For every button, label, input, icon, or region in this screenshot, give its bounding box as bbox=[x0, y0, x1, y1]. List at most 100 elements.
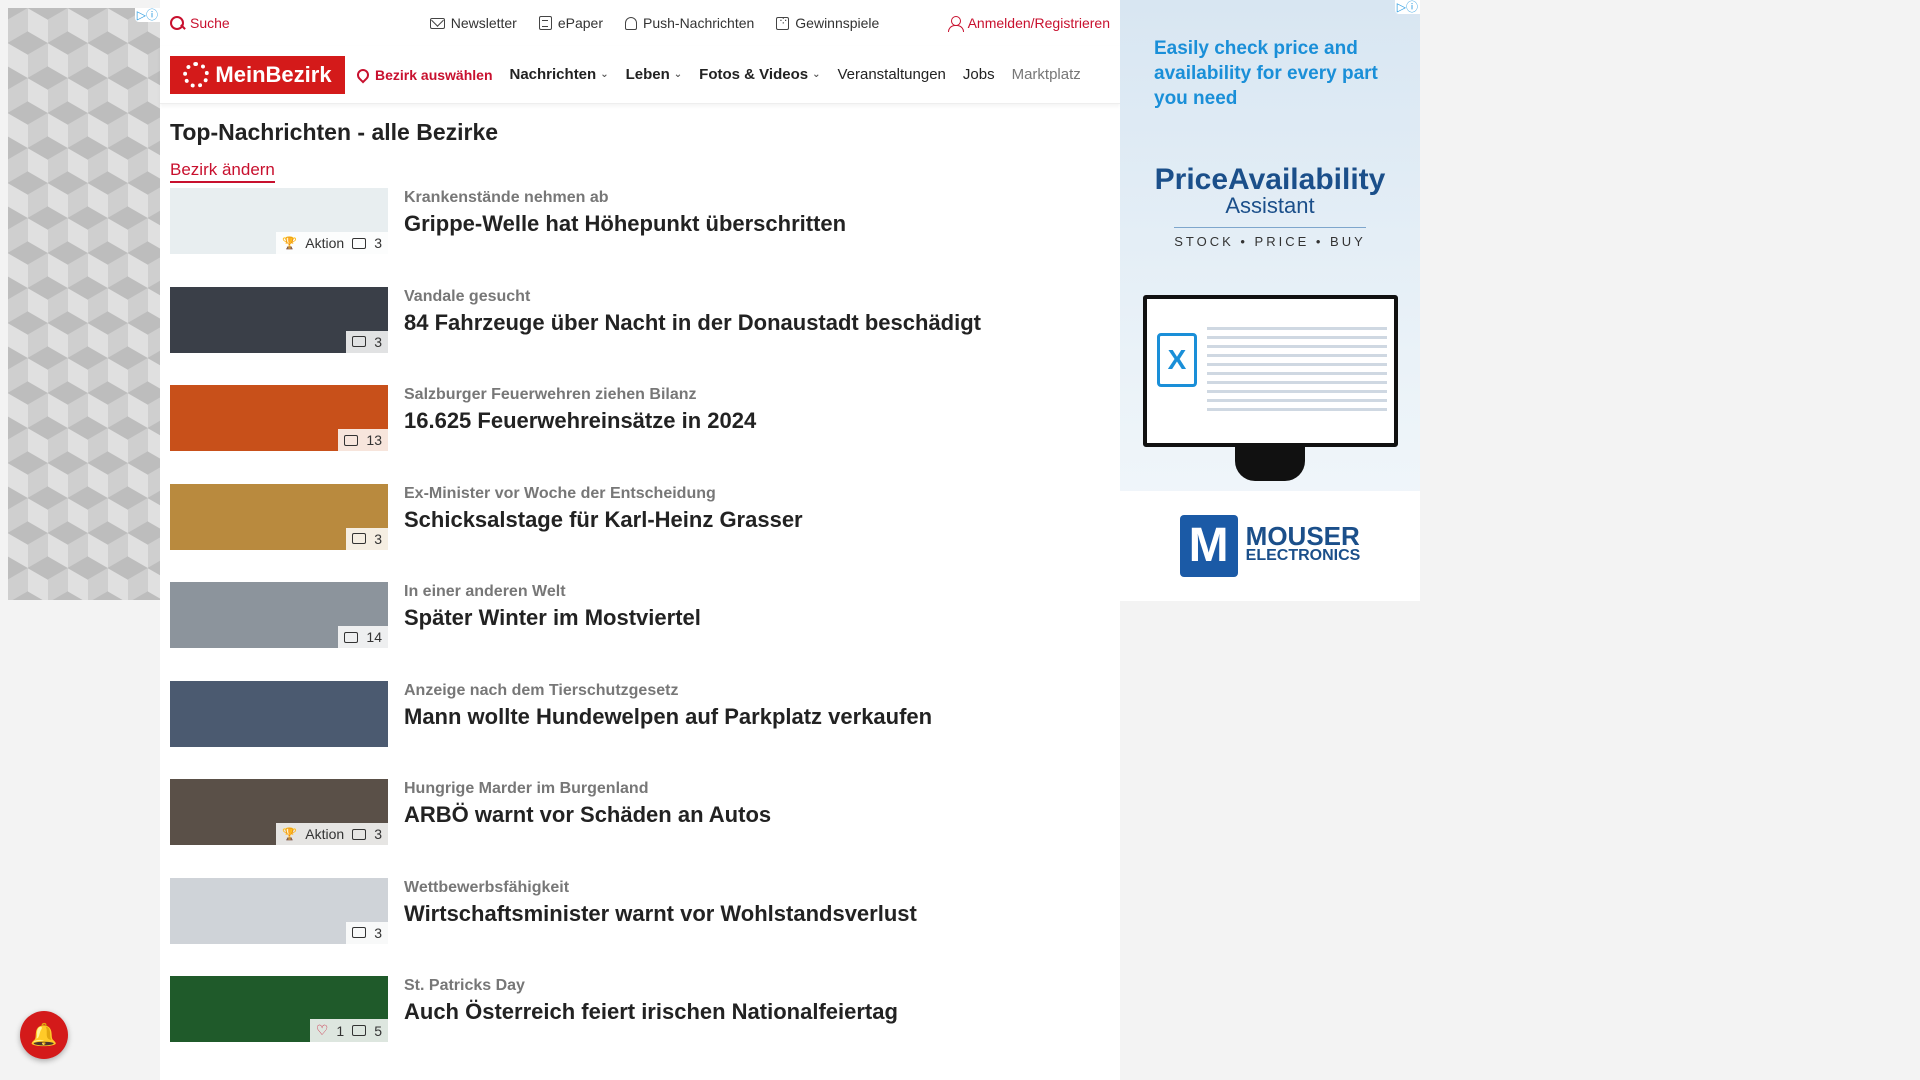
article-headline[interactable]: 84 Fahrzeuge über Nacht in der Donaustad… bbox=[404, 310, 981, 336]
article-item[interactable]: 🏆 Aktion 3 Hungrige Marder im Burgenland A… bbox=[160, 779, 1120, 878]
newsletter-label: Newsletter bbox=[450, 15, 517, 31]
image-count: 13 bbox=[366, 432, 382, 448]
article-item[interactable]: ♡ 1 5 St. Patricks Day Auch Österreich fei… bbox=[160, 976, 1120, 1075]
article-headline[interactable]: Später Winter im Mostviertel bbox=[404, 605, 701, 631]
image-count: 3 bbox=[374, 924, 382, 941]
mail-icon bbox=[429, 17, 445, 29]
nav-item-fotos-videos[interactable]: Fotos & Videos ⌄ bbox=[699, 66, 820, 83]
article-item[interactable]: 3 Wettbewerbsfähigkeit Wirtschaftsminist… bbox=[160, 877, 1120, 977]
article-kicker: Ex-Minister vor Woche der Entscheidung bbox=[404, 484, 716, 502]
nav-item-veranstaltungen[interactable]: Veranstaltungen bbox=[837, 66, 945, 83]
article-headline[interactable]: 16.625 Feuerwehreinsätze in 2024 bbox=[404, 408, 756, 434]
ad-product-logo: PriceAvailability Assistant STOCK • PRIC… bbox=[1120, 163, 1420, 251]
newsletter-link[interactable]: Newsletter bbox=[429, 15, 517, 31]
article-headline[interactable]: Mann wollte Hundewelpen auf Parkplatz ve… bbox=[404, 704, 932, 730]
article-thumbnail[interactable]: 3 bbox=[170, 286, 388, 353]
bell-icon: 🔔 bbox=[30, 1022, 58, 1047]
article-list: 🏆 Aktion 3 Krankenstände nehmen ab Grippe-… bbox=[160, 188, 1120, 1075]
article-headline[interactable]: ARBÖ warnt vor Schäden an Autos bbox=[404, 802, 771, 828]
ad-monitor-illustration: X bbox=[1143, 295, 1398, 447]
nav-item-marktplatz[interactable]: Marktplatz bbox=[1012, 66, 1081, 83]
gallery-icon bbox=[352, 828, 367, 840]
image-count: 3 bbox=[374, 333, 382, 350]
article-headline[interactable]: Schicksalstage für Karl-Heinz Grasser bbox=[404, 507, 803, 533]
logo-mark-icon bbox=[183, 61, 210, 88]
chevron-down-icon: ⌄ bbox=[812, 69, 821, 80]
site-logo[interactable]: MeinBezirk bbox=[170, 55, 345, 94]
article-kicker: Anzeige nach dem Tierschutzgesetz bbox=[404, 681, 679, 699]
main-column: Suche Newsletter ePaper Push-Nachrichten… bbox=[160, 0, 1120, 1080]
thumbnail-meta: 3 bbox=[346, 527, 388, 550]
article-text: In einer anderen Welt Später Winter im M… bbox=[404, 582, 701, 681]
article-item[interactable]: Anzeige nach dem Tierschutzgesetz Mann w… bbox=[160, 680, 1120, 780]
article-thumbnail[interactable]: ♡ 1 5 bbox=[170, 976, 388, 1042]
article-kicker: Vandale gesucht bbox=[404, 287, 531, 305]
article-item[interactable]: 🏆 Aktion 3 Krankenstände nehmen ab Grippe-… bbox=[160, 188, 1120, 287]
ad-choices-icon[interactable]: ▷ⓘ bbox=[134, 8, 160, 22]
article-thumbnail[interactable]: 🏆 Aktion 3 bbox=[170, 779, 388, 845]
games-link[interactable]: Gewinnspiele bbox=[776, 14, 879, 31]
chevron-down-icon: ⌄ bbox=[600, 69, 609, 80]
top-bar: Suche Newsletter ePaper Push-Nachrichten… bbox=[160, 0, 1120, 46]
left-skyscraper-ad[interactable]: ▷ⓘ bbox=[8, 8, 160, 600]
bezirk-label: Bezirk auswählen bbox=[375, 66, 493, 83]
notification-bell-button[interactable]: 🔔 bbox=[20, 1011, 68, 1059]
screen-lines bbox=[1207, 321, 1387, 417]
login-link[interactable]: Anmelden/Registrieren bbox=[947, 15, 1110, 32]
newspaper-icon bbox=[538, 16, 552, 30]
article-thumbnail[interactable]: 13 bbox=[170, 385, 388, 451]
gallery-icon bbox=[352, 927, 367, 938]
thumbnail-meta: 14 bbox=[338, 626, 388, 648]
article-thumbnail[interactable]: 3 bbox=[170, 483, 388, 550]
article-thumbnail[interactable]: 14 bbox=[170, 582, 388, 648]
article-item[interactable]: 14 In einer anderen Welt Später Winter i… bbox=[160, 582, 1120, 681]
epaper-link[interactable]: ePaper bbox=[538, 15, 603, 31]
article-text: Hungrige Marder im Burgenland ARBÖ warnt… bbox=[404, 779, 771, 878]
article-text: Salzburger Feuerwehren ziehen Bilanz 16.… bbox=[404, 385, 756, 484]
nav-item-leben[interactable]: Leben ⌄ bbox=[626, 66, 683, 83]
aktion-label: Aktion bbox=[305, 826, 345, 842]
article-headline[interactable]: Wirtschaftsminister warnt vor Wohlstands… bbox=[404, 901, 917, 927]
search-icon bbox=[170, 16, 184, 30]
gallery-icon bbox=[352, 237, 367, 249]
chevron-down-icon: ⌄ bbox=[673, 69, 683, 80]
article-kicker: Wettbewerbsfähigkeit bbox=[404, 878, 570, 896]
dice-icon bbox=[776, 14, 790, 30]
gallery-icon bbox=[352, 1025, 367, 1036]
bezirk-select[interactable]: Bezirk auswählen bbox=[354, 66, 493, 83]
nav-item-nachrichten[interactable]: Nachrichten ⌄ bbox=[510, 66, 609, 83]
push-label: Push-Nachrichten bbox=[643, 15, 755, 31]
thumbnail-meta: 🏆 Aktion 3 bbox=[276, 823, 388, 845]
change-bezirk-link[interactable]: Bezirk ändern bbox=[170, 160, 275, 183]
bell-icon bbox=[625, 16, 637, 30]
image-count: 3 bbox=[374, 235, 382, 251]
article-headline[interactable]: Auch Österreich feiert irischen National… bbox=[404, 999, 898, 1025]
trophy-icon: 🏆 bbox=[282, 236, 298, 250]
article-item[interactable]: 3 Vandale gesucht 84 Fahrzeuge über Nach… bbox=[160, 286, 1120, 386]
gallery-icon bbox=[344, 631, 359, 643]
article-text: Vandale gesucht 84 Fahrzeuge über Nacht … bbox=[404, 287, 981, 386]
article-thumbnail[interactable] bbox=[170, 680, 388, 747]
user-icon bbox=[947, 16, 964, 32]
nav-label: Leben bbox=[625, 66, 670, 83]
push-link[interactable]: Push-Nachrichten bbox=[625, 15, 754, 31]
search-link[interactable]: Suche bbox=[170, 15, 230, 31]
thumbnail-meta: 13 bbox=[338, 429, 388, 451]
ad-tagline: Easily check price and availability for … bbox=[1154, 38, 1378, 109]
article-item[interactable]: 13 Salzburger Feuerwehren ziehen Bilanz … bbox=[160, 385, 1120, 484]
nav-label: Jobs bbox=[962, 66, 995, 83]
image-count: 3 bbox=[374, 826, 382, 842]
location-pin-icon bbox=[354, 66, 372, 83]
likes-count: 1 bbox=[336, 1022, 345, 1039]
ad-choices-icon[interactable]: ▷ⓘ bbox=[1394, 0, 1420, 14]
monitor-stand bbox=[1235, 447, 1305, 481]
nav-item-jobs[interactable]: Jobs bbox=[963, 66, 995, 83]
article-item[interactable]: 3 Ex-Minister vor Woche der Entscheidung… bbox=[160, 483, 1120, 583]
article-text: St. Patricks Day Auch Österreich feiert … bbox=[404, 976, 898, 1075]
thumbnail-meta: 3 bbox=[346, 921, 388, 944]
article-thumbnail[interactable]: 🏆 Aktion 3 bbox=[170, 188, 388, 254]
article-headline[interactable]: Grippe-Welle hat Höhepunkt überschritten bbox=[404, 211, 846, 237]
article-thumbnail[interactable]: 3 bbox=[170, 877, 388, 944]
right-ad-banner[interactable]: ▷ⓘ Easily check price and availability f… bbox=[1120, 0, 1420, 601]
brand-name: MOUSER bbox=[1245, 521, 1360, 551]
